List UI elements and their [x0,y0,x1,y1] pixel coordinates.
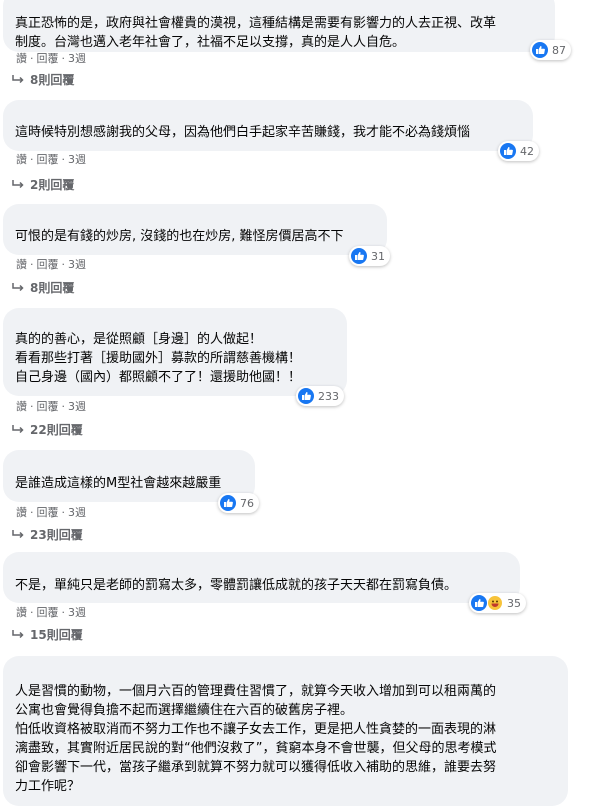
like-link[interactable]: 讚 [16,400,27,413]
separator-dot: · [30,153,34,166]
view-replies-button[interactable]: 23則回覆 [12,527,83,543]
comment-text: 真正恐怖的是，政府與社會權貴的漠視，這種結構是需要有影響力的人去正視、改革 制度… [15,16,497,50]
reaction-count: 31 [371,249,385,263]
reaction-count: 233 [318,389,339,403]
reaction-count: 76 [240,496,254,510]
comment-bubble: 不是，單純只是老師的罰寫太多，零體罰讓低成就的孩子天天都在罰寫負債。 35 [3,552,526,613]
reply-link[interactable]: 回覆 [37,52,59,65]
reaction-badge[interactable]: 35 [469,593,526,613]
replies-count: 8則回覆 [30,281,75,295]
timestamp: 3週 [68,258,86,271]
like-link[interactable]: 讚 [16,52,27,65]
reply-arrow-icon [12,283,24,292]
timestamp: 3週 [68,506,86,519]
comment-actions: 讚 · 回覆 · 3週 [16,153,86,167]
view-replies-button[interactable]: 8則回覆 [12,280,74,296]
separator-dot: · [61,606,66,619]
comment-text: 這時候特別想感謝我的父母，因為他們白手起家辛苦賺錢，我才能不必為錢煩惱 [15,125,471,140]
reply-arrow-icon [12,530,24,539]
separator-dot: · [61,400,66,413]
separator-dot: · [30,606,34,619]
timestamp: 3週 [68,400,86,413]
like-link[interactable]: 讚 [16,606,27,619]
thumbs-up-icon [220,495,236,511]
thumbs-up-icon [298,388,314,404]
reply-arrow-icon [12,630,24,639]
author-name[interactable] [15,558,508,570]
replies-count: 23則回覆 [30,528,83,542]
comment-text: 真的的善心，是從照顧［身邊］的人做起！ 看看那些打著［援助國外］募款的所謂慈善機… [15,332,302,385]
comment-text: 可恨的是有錢的炒房, 沒錢的也在炒房, 難怪房價居高不下 [15,229,344,244]
comment-text: 不是，單純只是老師的罰寫太多，零體罰讓低成就的孩子天天都在罰寫負債。 [15,578,458,593]
view-replies-button[interactable]: 8則回覆 [12,72,74,88]
reaction-badge[interactable]: 31 [349,246,390,266]
comment-bubble: 這時候特別想感謝我的父母，因為他們白手起家辛苦賺錢，我才能不必為錢煩惱 42 [3,100,539,161]
comment-text: 人是習慣的動物，一個月六百的管理費住習慣了，就算今天收入增加到可以租兩萬的 公寓… [15,684,497,794]
thumbs-up-icon [532,42,548,58]
reaction-count: 35 [507,596,521,610]
reply-arrow-icon [12,180,24,189]
comment-bubble: 真的的善心，是從照顧［身邊］的人做起！ 看看那些打著［援助國外］募款的所謂慈善機… [3,308,347,406]
view-replies-button[interactable]: 2則回覆 [12,177,74,193]
separator-dot: · [61,506,66,519]
reply-link[interactable]: 回覆 [37,400,59,413]
author-name[interactable] [15,456,243,468]
reaction-badge[interactable]: 76 [218,493,259,513]
haha-icon [487,595,503,611]
comment-actions: 讚 · 回覆 · 3週 [16,400,86,414]
reaction-count: 87 [552,43,566,57]
view-replies-button[interactable]: 15則回覆 [12,627,83,643]
like-link[interactable]: 讚 [16,153,27,166]
like-link[interactable]: 讚 [16,506,27,519]
reply-link[interactable]: 回覆 [37,153,59,166]
thumbs-up-icon [500,143,516,159]
reaction-badge[interactable]: 233 [296,386,344,406]
separator-dot: · [30,52,34,65]
comment-bubble: 是誰造成這樣的M型社會越來越嚴重 76 [3,450,259,513]
separator-dot: · [30,258,34,271]
reply-link[interactable]: 回覆 [37,258,59,271]
timestamp: 3週 [68,52,86,65]
author-name[interactable] [15,662,556,674]
view-replies-button[interactable]: 22則回覆 [12,422,83,438]
separator-dot: · [61,153,66,166]
comment-actions: 讚 · 回覆 · 3週 [16,506,86,520]
reply-arrow-icon [12,425,24,434]
comment-actions: 讚 · 回覆 · 3週 [16,258,86,272]
replies-count: 22則回覆 [30,423,83,437]
replies-count: 2則回覆 [30,178,75,192]
comment-actions: 讚 · 回覆 · 3週 [16,606,86,620]
reaction-badge[interactable]: 42 [498,141,539,161]
comment-bubble: 真正恐怖的是，政府與社會權貴的漠視，這種結構是需要有影響力的人去正視、改革 制度… [3,0,571,60]
thumbs-up-icon [471,595,487,611]
author-name[interactable] [15,106,521,118]
separator-dot: · [61,258,66,271]
replies-count: 8則回覆 [30,73,75,87]
separator-dot: · [30,506,34,519]
comment-bubble: 人是習慣的動物，一個月六百的管理費住習慣了，就算今天收入增加到可以租兩萬的 公寓… [3,656,568,806]
replies-count: 15則回覆 [30,628,83,642]
comment-text: 是誰造成這樣的M型社會越來越嚴重 [15,476,222,491]
reaction-count: 42 [520,144,534,158]
thumbs-up-icon [351,248,367,264]
reply-link[interactable]: 回覆 [37,606,59,619]
comment-actions: 讚 · 回覆 · 3週 [16,52,86,66]
reaction-badge[interactable]: 87 [530,40,571,60]
separator-dot: · [61,52,66,65]
author-name[interactable] [15,210,375,222]
timestamp: 3週 [68,606,86,619]
author-name[interactable] [15,314,335,326]
reply-link[interactable]: 回覆 [37,506,59,519]
reply-arrow-icon [12,75,24,84]
timestamp: 3週 [68,153,86,166]
separator-dot: · [30,400,34,413]
comment-bubble: 可恨的是有錢的炒房, 沒錢的也在炒房, 難怪房價居高不下 31 [3,204,390,266]
like-link[interactable]: 讚 [16,258,27,271]
